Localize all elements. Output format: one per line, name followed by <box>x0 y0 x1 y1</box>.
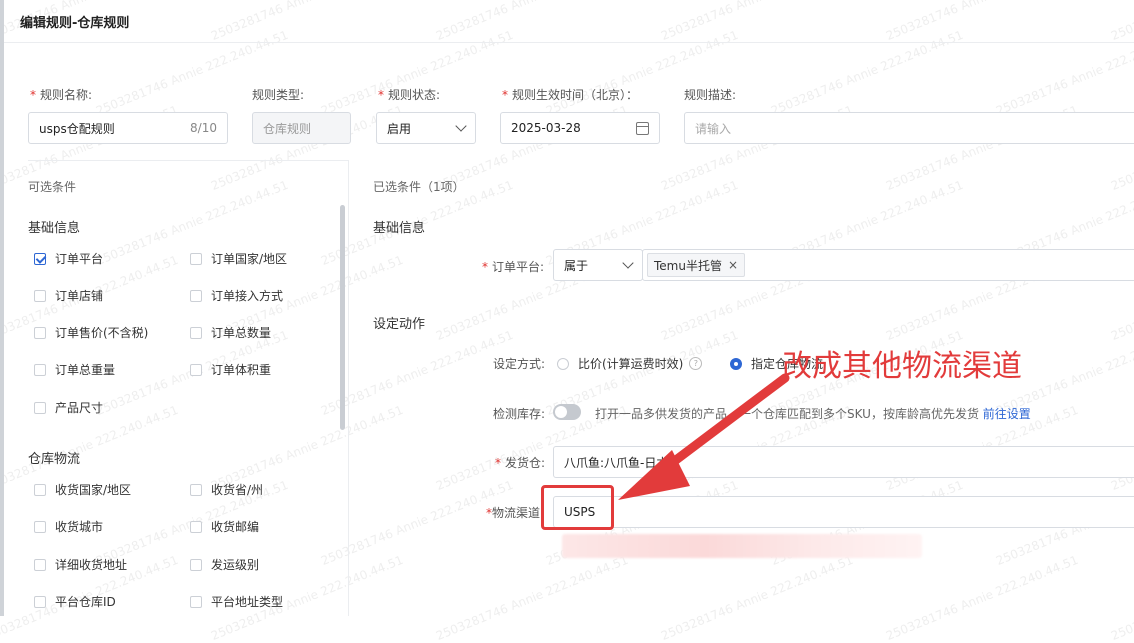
checkbox-icon <box>190 252 202 265</box>
group-heading-basic: 基础信息 <box>28 221 81 236</box>
warehouse-label: * 发货仓: <box>495 456 546 470</box>
condition-checkbox-product-size[interactable]: 产品尺寸 <box>34 399 103 416</box>
condition-checkbox-ship-state[interactable]: 收货省/州 <box>190 481 263 498</box>
page-title: 编辑规则-仓库规则 <box>20 16 130 31</box>
operator-value: 属于 <box>564 258 589 273</box>
watermark-text: 2503281746 Annie 222.240.44.51 <box>659 0 855 43</box>
watermark-text: 2503281746 Annie 222.240.44.51 <box>659 552 856 643</box>
condition-checkbox-order-country[interactable]: 订单国家/地区 <box>190 250 287 267</box>
rule-name-counter: 8/10 <box>190 121 217 135</box>
close-icon[interactable]: × <box>728 258 738 272</box>
checkbox-icon <box>190 595 202 608</box>
condition-checkbox-ship-address[interactable]: 详细收货地址 <box>34 556 127 573</box>
annotation-arrow <box>618 373 790 500</box>
order-platform-label: * 订单平台: <box>482 260 545 274</box>
rule-status-value: 启用 <box>387 121 412 136</box>
effective-time-label: * 规则生效时间（北京）： <box>502 88 639 102</box>
rule-type-label: 规则类型: <box>252 88 305 102</box>
title-divider <box>4 42 1134 43</box>
condition-checkbox-ship-city[interactable]: 收货城市 <box>34 518 103 535</box>
left-panel-scrollbar[interactable] <box>340 205 345 430</box>
condition-checkbox-platform-warehouse-id[interactable]: 平台仓库ID <box>34 593 116 610</box>
checkbox-icon <box>34 326 46 339</box>
description-placeholder: 请输入 <box>695 121 732 136</box>
action-heading: 设定动作 <box>373 317 426 332</box>
rule-name-input[interactable]: usps仓配规则 8/10 <box>28 112 228 144</box>
platform-tag-label: Temu半托管 <box>654 258 722 273</box>
checkbox-checked-icon <box>34 252 46 265</box>
checkbox-icon <box>34 401 46 414</box>
watermark-text: 2503281746 Annie 222.240.44.51 <box>434 0 630 43</box>
checkbox-icon <box>190 289 202 302</box>
description-input[interactable]: 请输入 <box>684 112 1134 144</box>
operator-select[interactable]: 属于 <box>553 249 643 281</box>
method-label: 设定方式: <box>493 357 546 371</box>
selected-conditions-title: 已选条件（1项） <box>373 180 465 194</box>
rule-type-input: 仓库规则 <box>252 112 351 144</box>
condition-checkbox-order-access[interactable]: 订单接入方式 <box>190 287 283 304</box>
condition-checkbox-order-weight[interactable]: 订单总重量 <box>34 361 115 378</box>
watermark-text: 2503281746 Annie 222.240.44.51 <box>1109 553 1134 643</box>
condition-checkbox-order-store[interactable]: 订单店铺 <box>34 287 103 304</box>
chevron-down-icon <box>455 120 467 132</box>
checkbox-icon <box>190 483 202 496</box>
effective-date-picker[interactable]: 2025-03-28 <box>500 112 660 144</box>
condition-checkbox-order-volume[interactable]: 订单体积重 <box>190 361 271 378</box>
checkbox-icon <box>190 326 202 339</box>
watermark-text: 2503281746 Annie 222.240.44.51 <box>209 402 406 493</box>
annotation-text: 改成其他物流渠道 <box>782 349 1022 384</box>
checkbox-icon <box>190 558 202 571</box>
checkbox-icon <box>34 483 46 496</box>
goto-settings-link[interactable]: 前往设置 <box>983 407 1031 421</box>
checkbox-icon <box>34 363 46 376</box>
effective-date-value: 2025-03-28 <box>511 121 581 135</box>
rule-name-label: * 规则名称: <box>30 88 93 102</box>
watermark-text: 2503281746 Annie 222.240.44.51 <box>1109 0 1134 43</box>
rule-status-select[interactable]: 启用 <box>376 112 476 144</box>
toggle-knob <box>555 406 567 418</box>
watermark-text: 2503281746 Annie 222.240.44.51 <box>209 0 405 43</box>
rule-name-value: usps仓配规则 <box>39 121 115 136</box>
platform-multiselect[interactable]: Temu半托管 × <box>642 249 1134 281</box>
calendar-icon <box>636 121 649 135</box>
condition-checkbox-order-quantity[interactable]: 订单总数量 <box>190 324 271 341</box>
stock-check-toggle[interactable] <box>553 404 581 420</box>
condition-checkbox-ship-zip[interactable]: 收货邮编 <box>190 518 259 535</box>
condition-checkbox-order-price[interactable]: 订单售价(不含税) <box>34 324 148 341</box>
description-label: 规则描述: <box>684 88 737 102</box>
chevron-down-icon <box>622 257 634 269</box>
stock-check-label: 检测库存: <box>493 407 546 421</box>
watermark-text: 2503281746 Annie 222.240.44.51 <box>884 0 1080 43</box>
checkbox-icon <box>34 289 46 302</box>
selected-basic-heading: 基础信息 <box>373 221 426 236</box>
watermark-text: 2503281746 Annie 222.240.44.51 <box>434 552 631 643</box>
condition-checkbox-ship-country[interactable]: 收货国家/地区 <box>34 481 131 498</box>
condition-checkbox-ship-level[interactable]: 发运级别 <box>190 556 259 573</box>
platform-tag: Temu半托管 × <box>647 253 746 277</box>
checkbox-icon <box>34 595 46 608</box>
condition-checkbox-platform-address-type[interactable]: 平台地址类型 <box>190 593 283 610</box>
checkbox-icon <box>190 363 202 376</box>
left-panel-top-divider <box>28 160 348 161</box>
watermark-text: 2503281746 Annie 222.240.44.51 <box>884 552 1081 643</box>
rule-type-value: 仓库规则 <box>263 121 312 136</box>
checkbox-icon <box>190 520 202 533</box>
left-edge-strip <box>0 0 4 616</box>
rule-status-label: * 规则状态: <box>378 88 441 102</box>
group-heading-warehouse: 仓库物流 <box>28 452 81 467</box>
panel-divider <box>348 160 349 616</box>
condition-checkbox-order-platform[interactable]: 订单平台 <box>34 250 103 267</box>
checkbox-icon <box>34 520 46 533</box>
radio-icon <box>557 357 569 370</box>
channel-label: *物流渠道 <box>486 506 541 520</box>
available-conditions-title: 可选条件 <box>28 180 77 194</box>
checkbox-icon <box>34 558 46 571</box>
blurred-region <box>562 534 922 558</box>
